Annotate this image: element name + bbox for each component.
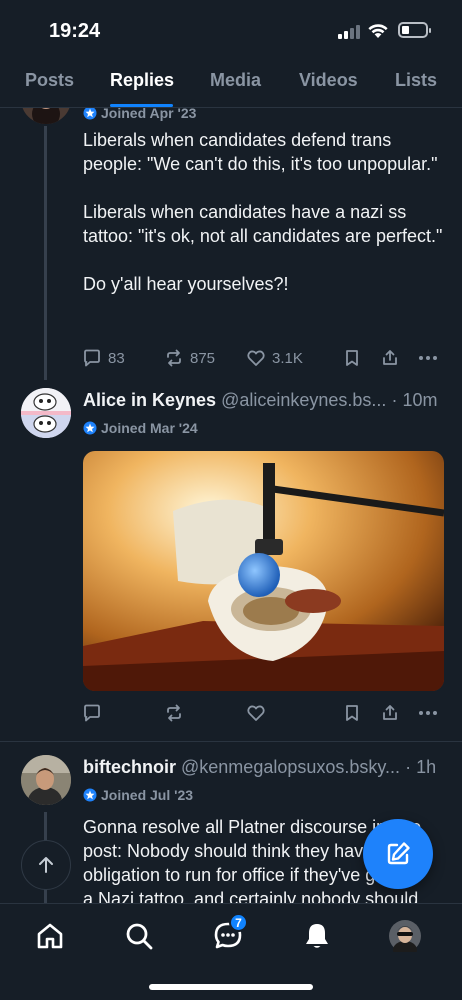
post-time[interactable]: · 10m: [391, 390, 437, 410]
post-line: a Nazi tattoo, and certainly nobody shou…: [83, 889, 419, 903]
post[interactable]: Alice in Keynes @aliceinkeynes.bs... · 1…: [0, 378, 462, 742]
like-button[interactable]: 3.1K: [246, 348, 303, 368]
post-text: Liberals when candidates defend trans pe…: [83, 128, 443, 320]
new-account-icon: [83, 788, 97, 802]
handle[interactable]: @aliceinkeynes.bs...: [221, 390, 386, 410]
tab-posts[interactable]: Posts: [25, 70, 74, 91]
post-image[interactable]: [83, 451, 444, 691]
active-tab-indicator: [110, 104, 173, 107]
heart-icon: [247, 705, 265, 721]
share-icon: [383, 705, 397, 720]
home-icon: [37, 923, 63, 949]
post[interactable]: Joined Apr '23 Liberals when candidates …: [0, 108, 462, 380]
tab-media[interactable]: Media: [210, 70, 261, 91]
reply-button[interactable]: [82, 703, 102, 723]
post-actions: [82, 703, 442, 727]
arrow-up-icon: [39, 857, 53, 873]
post-paragraph: Liberals when candidates defend trans pe…: [83, 130, 438, 174]
like-button[interactable]: [246, 703, 266, 723]
post-author[interactable]: biftechnoir @kenmegalopsuxos.bsky... · 1…: [83, 757, 436, 778]
avatar[interactable]: [21, 388, 71, 438]
display-name[interactable]: biftechnoir: [83, 757, 176, 777]
wifi-icon: [368, 24, 388, 38]
nav-search[interactable]: [122, 919, 156, 953]
profile-avatar-icon: [389, 920, 421, 952]
more-options-button[interactable]: [418, 348, 438, 368]
battery-icon: [398, 22, 431, 38]
share-button[interactable]: [380, 703, 400, 723]
bookmark-button[interactable]: [342, 703, 362, 723]
tab-videos[interactable]: Videos: [299, 70, 358, 91]
home-indicator: [149, 984, 313, 990]
post-author[interactable]: Alice in Keynes @aliceinkeynes.bs... · 1…: [83, 390, 437, 411]
scroll-to-top-button[interactable]: [21, 840, 71, 890]
bookmark-icon: [346, 705, 358, 721]
bookmark-button[interactable]: [342, 348, 362, 368]
repost-icon: [167, 704, 181, 722]
post-paragraph: Liberals when candidates have a nazi ss …: [83, 202, 443, 246]
joined-label: Joined Apr '23: [83, 108, 196, 121]
nav-home[interactable]: [33, 919, 67, 953]
cellular-signal-icon: [338, 25, 362, 39]
post-time[interactable]: · 1h: [405, 757, 436, 777]
more-icon: [419, 356, 437, 360]
search-icon: [126, 923, 153, 950]
bell-icon: [306, 924, 328, 948]
nav-notifications[interactable]: [300, 919, 334, 953]
share-button[interactable]: [380, 348, 400, 368]
status-bar: 19:24: [0, 0, 462, 62]
more-options-button[interactable]: [418, 703, 438, 723]
repost-button[interactable]: 875: [164, 348, 215, 368]
post-paragraph: Do y'all hear yourselves?!: [83, 274, 289, 294]
heart-icon: [247, 350, 265, 366]
compose-button[interactable]: [363, 819, 433, 889]
reply-button[interactable]: 83: [82, 348, 125, 368]
new-account-icon: [83, 421, 97, 435]
status-time: 19:24: [49, 20, 101, 42]
tab-replies[interactable]: Replies: [110, 70, 174, 91]
avatar[interactable]: [21, 755, 71, 805]
feed[interactable]: Joined Apr '23 Liberals when candidates …: [0, 108, 462, 903]
bookmark-icon: [346, 350, 358, 366]
reply-icon: [84, 704, 100, 722]
repost-icon: [167, 349, 181, 367]
joined-label: Joined Mar '24: [83, 420, 198, 436]
chat-badge: 7: [229, 913, 248, 932]
joined-label: Joined Jul '23: [83, 787, 193, 803]
profile-tabs: Posts Replies Media Videos Lists: [0, 62, 462, 108]
new-account-icon: [83, 108, 97, 120]
thread-line: [44, 126, 47, 380]
more-icon: [419, 711, 437, 715]
display-name[interactable]: Alice in Keynes: [83, 390, 216, 410]
handle[interactable]: @kenmegalopsuxos.bsky...: [181, 757, 400, 777]
post-actions: 83 875 3.1K: [82, 348, 442, 372]
avatar[interactable]: [21, 108, 71, 124]
tab-lists[interactable]: Lists: [395, 70, 437, 91]
compose-icon: [387, 842, 410, 865]
reply-icon: [84, 349, 100, 367]
repost-button[interactable]: [164, 703, 184, 723]
share-icon: [383, 350, 397, 365]
toilet-microphone-image: [83, 451, 444, 691]
nav-profile[interactable]: [388, 919, 422, 953]
